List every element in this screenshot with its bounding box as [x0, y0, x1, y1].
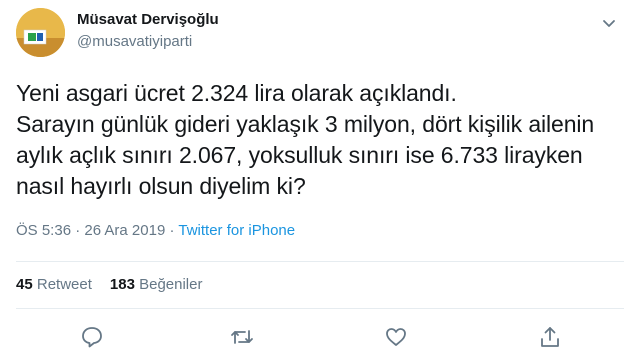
retweet-icon[interactable] [229, 324, 255, 350]
tweet-text: Yeni asgari ücret 2.324 lira olarak açık… [16, 80, 595, 199]
author-handle[interactable]: @musavatiyiparti [77, 33, 192, 50]
tweet-meta: ÖS 5:36 · 26 Ara 2019 · Twitter for iPho… [16, 222, 295, 239]
reply-icon[interactable] [79, 324, 105, 350]
tweet-stats: 45 Retweet 183 Beğeniler [16, 276, 202, 293]
chevron-down-icon[interactable] [598, 14, 620, 32]
like-label: Beğeniler [139, 276, 203, 293]
meta-separator: · [75, 222, 81, 239]
divider-bottom [16, 308, 624, 309]
avatar[interactable] [16, 8, 65, 57]
tweet-date[interactable]: 26 Ara 2019 [84, 222, 165, 239]
like-stat[interactable]: 183 Beğeniler [110, 276, 203, 293]
retweet-stat[interactable]: 45 Retweet [16, 276, 92, 293]
tweet-time[interactable]: ÖS 5:36 [16, 222, 71, 239]
retweet-count: 45 [16, 276, 33, 293]
tweet-source[interactable]: Twitter for iPhone [178, 222, 295, 239]
meta-separator-2: · [169, 222, 175, 239]
share-icon[interactable] [537, 324, 563, 350]
tweet: Müsavat Dervişoğlu @musavatiyiparti Yeni… [0, 0, 640, 364]
action-bar [0, 318, 640, 352]
like-count: 183 [109, 276, 135, 293]
retweet-label: Retweet [36, 276, 92, 293]
author-name[interactable]: Müsavat Dervişoğlu [77, 11, 219, 28]
divider-top [16, 261, 624, 262]
heart-icon[interactable] [383, 324, 409, 350]
